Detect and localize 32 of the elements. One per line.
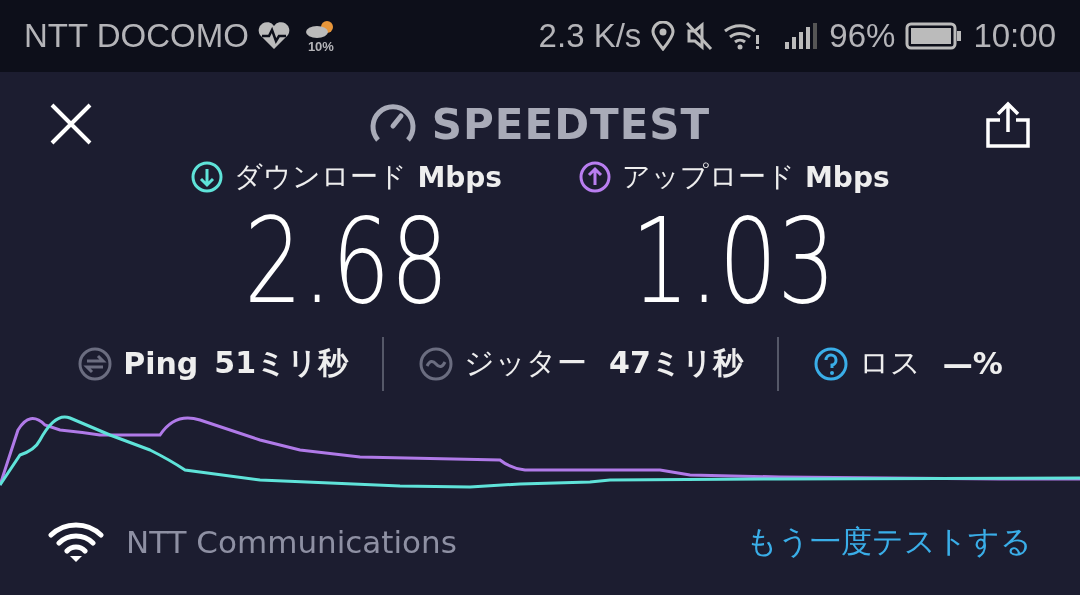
mute-icon — [685, 21, 714, 51]
battery-icon — [905, 22, 964, 50]
clock: 10:00 — [973, 17, 1056, 55]
metric-value: 47ミリ秒 — [609, 344, 743, 383]
unit-label: Mbps — [417, 160, 502, 194]
speed-value: 1.03 — [631, 200, 837, 324]
metric-value: —% — [942, 346, 1003, 382]
metric-value: 51ミリ秒 — [214, 344, 348, 383]
close-button[interactable] — [48, 101, 94, 147]
retest-link[interactable]: もう一度テストする — [746, 521, 1032, 564]
speed-value: 2.68 — [243, 200, 449, 324]
share-button[interactable] — [984, 100, 1032, 148]
carrier-name: NTT DOCOMO — [24, 17, 249, 55]
signal-icon — [783, 22, 820, 50]
weather-percent: 10% — [307, 38, 334, 54]
metric-label: ジッター — [464, 344, 587, 383]
result-label: ダウンロード — [234, 159, 408, 195]
provider-name: NTT Communications — [126, 524, 457, 561]
app-title: SPEEDTEST — [431, 99, 711, 149]
battery-percent: 96% — [829, 17, 896, 55]
heart-icon — [256, 21, 291, 51]
wifi-icon — [48, 521, 104, 564]
location-icon — [651, 21, 676, 51]
jitter-icon — [418, 345, 454, 382]
unit-label: Mbps — [805, 160, 890, 194]
metric-label: ロス — [858, 344, 921, 383]
ping-icon — [77, 345, 114, 382]
network-speed: 2.3 K/s — [538, 17, 642, 55]
wifi-icon — [723, 21, 762, 51]
result-label: アップロード — [622, 159, 795, 195]
help-icon — [812, 345, 849, 382]
metric-label: Ping — [123, 346, 199, 382]
